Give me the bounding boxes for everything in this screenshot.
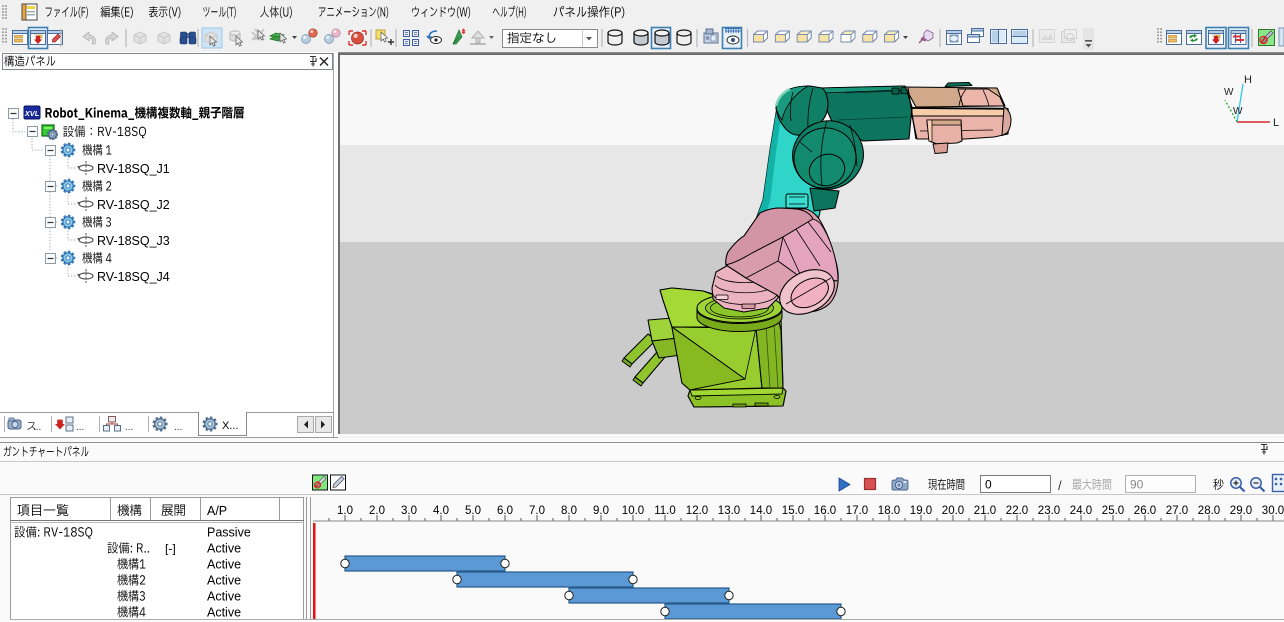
svg-text:X...: X...	[222, 420, 239, 432]
svg-text:29.0: 29.0	[1230, 505, 1252, 517]
svg-text:9.0: 9.0	[593, 505, 609, 517]
svg-text:...: ...	[125, 422, 133, 433]
svg-text:Active: Active	[207, 542, 241, 556]
svg-text:90: 90	[1130, 478, 1144, 492]
svg-text:14.0: 14.0	[750, 505, 772, 517]
svg-text:26.0: 26.0	[1134, 505, 1156, 517]
svg-text:...: ...	[76, 422, 84, 433]
svg-text:Active: Active	[207, 574, 241, 588]
svg-text:Active: Active	[207, 590, 241, 604]
svg-text:10.0: 10.0	[622, 505, 644, 517]
svg-text:/: /	[1058, 478, 1062, 493]
svg-text:XVL: XVL	[24, 109, 40, 118]
svg-text:A/P: A/P	[207, 504, 227, 518]
svg-text:15.0: 15.0	[782, 505, 804, 517]
svg-text:[-]: [-]	[165, 542, 176, 556]
svg-text:7.0: 7.0	[529, 505, 545, 517]
svg-text:Active: Active	[207, 606, 241, 620]
svg-text:17.0: 17.0	[846, 505, 868, 517]
svg-text:21.0: 21.0	[974, 505, 996, 517]
svg-text:5.0: 5.0	[465, 505, 481, 517]
svg-text:19.0: 19.0	[910, 505, 932, 517]
svg-text:Active: Active	[207, 558, 241, 572]
svg-text:3.0: 3.0	[401, 505, 417, 517]
svg-text:0: 0	[985, 478, 992, 492]
svg-text:...: ...	[174, 422, 182, 433]
svg-text:30.0: 30.0	[1262, 505, 1284, 517]
svg-text:4.0: 4.0	[433, 505, 449, 517]
svg-text:22.0: 22.0	[1006, 505, 1028, 517]
svg-text:1.0: 1.0	[337, 505, 353, 517]
svg-text:23.0: 23.0	[1038, 505, 1060, 517]
svg-text:18.0: 18.0	[878, 505, 900, 517]
svg-text:...: ...	[33, 422, 41, 433]
svg-text:6.0: 6.0	[497, 505, 513, 517]
svg-text:Passive: Passive	[207, 526, 251, 540]
svg-text:12.0: 12.0	[686, 505, 708, 517]
svg-text:8.0: 8.0	[561, 505, 577, 517]
svg-text:16.0: 16.0	[814, 505, 836, 517]
svg-text:25.0: 25.0	[1102, 505, 1124, 517]
svg-text:11.0: 11.0	[654, 505, 676, 517]
svg-text:2.0: 2.0	[369, 505, 385, 517]
svg-text:20.0: 20.0	[942, 505, 964, 517]
svg-text:27.0: 27.0	[1166, 505, 1188, 517]
svg-text:13.0: 13.0	[718, 505, 740, 517]
svg-text:28.0: 28.0	[1198, 505, 1220, 517]
svg-text:24.0: 24.0	[1070, 505, 1092, 517]
